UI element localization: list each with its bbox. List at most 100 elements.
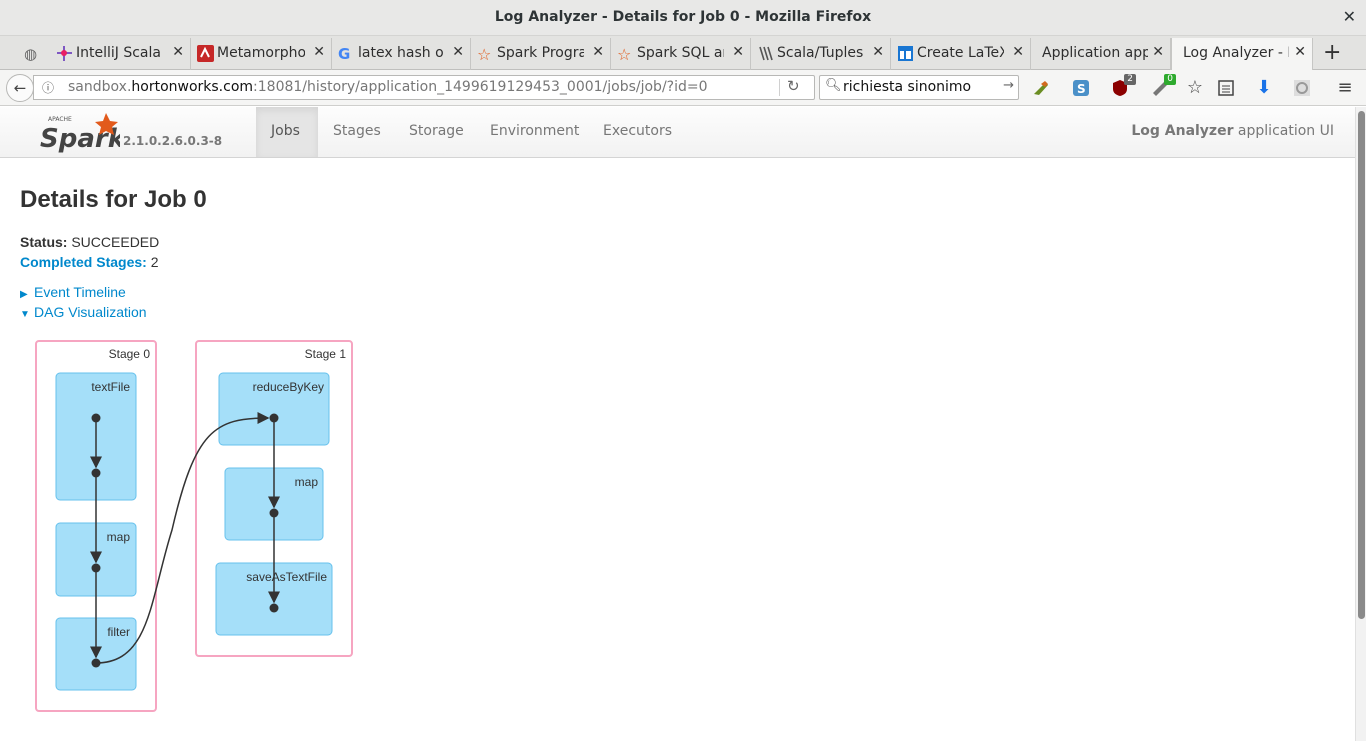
stage-1-label: Stage 1 — [305, 347, 347, 361]
op-label: saveAsTextFile — [246, 570, 327, 584]
tab-stages[interactable]: Stages — [318, 107, 396, 157]
tab-strip: ◍ IntelliJ Scala ✕ Metamorpho ✕ G latex … — [0, 36, 1366, 71]
tab-label: IntelliJ Scala — [76, 45, 161, 61]
tab-spark-programming[interactable]: ☆ Spark Prograi ✕ — [471, 38, 611, 70]
extension-badge: 0 — [1164, 74, 1176, 85]
caret-right-icon: ▶ — [20, 289, 28, 300]
tab-executors[interactable]: Executors — [588, 107, 687, 157]
extension-icon-2[interactable]: 0 — [1150, 74, 1176, 98]
tab-latex-hash[interactable]: G latex hash op ✕ — [332, 38, 471, 70]
url-bar[interactable]: ⓘ sandbox.hortonworks.com:18081/history/… — [33, 75, 815, 100]
event-timeline-toggle[interactable]: ▶ Event Timeline — [20, 284, 126, 300]
dag-node[interactable] — [91, 468, 101, 478]
completed-stages-link[interactable]: Completed Stages: — [20, 254, 147, 270]
back-button[interactable]: ← — [6, 74, 34, 102]
dag-node[interactable] — [269, 603, 279, 613]
app-title: Log Analyzer application UI — [1131, 123, 1334, 139]
app-suffix: application UI — [1233, 123, 1334, 139]
close-tab-icon[interactable]: ✕ — [452, 44, 464, 60]
dag-node[interactable] — [91, 658, 101, 668]
dag-node[interactable] — [269, 508, 279, 518]
url-domain: hortonworks.com — [131, 79, 254, 95]
page-scrollbar[interactable] — [1355, 107, 1366, 741]
dag-visualization-toggle[interactable]: ▼ DAG Visualization — [20, 304, 147, 320]
tab-label: Create LaTeX — [917, 45, 1004, 61]
tab-scala-tuples[interactable]: Scala/Tuples ✕ — [751, 38, 891, 70]
bookmark-star-icon[interactable]: ☆ — [1185, 78, 1205, 98]
search-input[interactable]: richiesta sinonimo — [843, 79, 971, 95]
dag-node[interactable] — [91, 563, 101, 573]
tab-metamorpho[interactable]: Metamorpho ✕ — [191, 38, 332, 70]
table-icon — [897, 45, 914, 62]
ublock-icon[interactable]: 2 — [1110, 74, 1136, 98]
svg-text:S: S — [1077, 82, 1086, 96]
caret-down-icon: ▼ — [20, 309, 30, 320]
dag-visualization-label: DAG Visualization — [34, 304, 147, 320]
status-line: Status: SUCCEEDED — [20, 234, 159, 250]
close-tab-icon[interactable]: ✕ — [592, 44, 604, 60]
close-tab-icon[interactable]: ✕ — [1294, 44, 1306, 60]
status-value: SUCCEEDED — [71, 234, 160, 250]
page-title: Details for Job 0 — [20, 186, 207, 213]
window-title: Log Analyzer - Details for Job 0 - Mozil… — [494, 9, 872, 25]
tab-application[interactable]: Application appli ✕ — [1031, 38, 1171, 70]
tab-storage[interactable]: Storage — [394, 107, 479, 157]
tab-label: Spark SQL ar — [637, 45, 724, 61]
spark-logo[interactable]: APACHE Spark — [40, 111, 127, 157]
tab-label: Spark Prograi — [497, 45, 584, 61]
url-text[interactable]: sandbox.hortonworks.com:18081/history/ap… — [68, 79, 708, 95]
google-icon: G — [338, 45, 351, 63]
tab-log-analyzer[interactable]: Log Analyzer - D ✕ — [1171, 38, 1313, 71]
spark-star-icon: ☆ — [477, 45, 492, 64]
close-tab-icon[interactable]: ✕ — [732, 44, 744, 60]
op-label: map — [107, 530, 131, 544]
menu-icon[interactable]: ≡ — [1335, 78, 1355, 98]
dag-node[interactable] — [91, 413, 101, 423]
intellij-icon — [56, 45, 73, 62]
close-tab-icon[interactable]: ✕ — [172, 44, 184, 60]
tab-label: Metamorpho — [217, 45, 305, 61]
url-separator — [779, 79, 780, 96]
close-tab-icon[interactable]: ✕ — [1152, 44, 1164, 60]
close-tab-icon[interactable]: ✕ — [313, 44, 325, 60]
tab-intellij-scala[interactable]: IntelliJ Scala ✕ — [50, 38, 191, 70]
metamorpho-icon — [197, 45, 214, 62]
tab-jobs[interactable]: Jobs — [256, 107, 318, 157]
navigation-toolbar: ← ⓘ sandbox.hortonworks.com:18081/histor… — [0, 70, 1366, 106]
tab-create-latex[interactable]: Create LaTeX ✕ — [891, 38, 1031, 70]
window-close-icon[interactable]: ✕ — [1343, 7, 1356, 26]
app-name: Log Analyzer — [1131, 123, 1234, 139]
tab-environment[interactable]: Environment — [475, 107, 594, 157]
reading-list-icon[interactable] — [1216, 78, 1236, 98]
reload-icon[interactable]: ↻ — [787, 77, 800, 95]
skype-icon[interactable]: S — [1071, 78, 1091, 98]
tab-pinned[interactable]: ◍ — [18, 38, 48, 70]
url-host: sandbox. — [68, 79, 132, 95]
op-label: map — [295, 475, 319, 489]
op-label: reduceByKey — [253, 380, 324, 394]
ublock-badge: 2 — [1124, 74, 1136, 85]
event-timeline-label: Event Timeline — [34, 284, 126, 300]
scala-doc-icon — [757, 45, 774, 62]
tab-label: latex hash op — [358, 45, 444, 61]
status-label: Status: — [20, 234, 68, 250]
close-tab-icon[interactable]: ✕ — [872, 44, 884, 60]
logo-apache: APACHE — [48, 116, 72, 123]
op-label: textFile — [91, 380, 130, 394]
dag-node[interactable] — [269, 413, 279, 423]
download-icon[interactable]: ⬇ — [1254, 78, 1274, 98]
extension-icon-1[interactable] — [1031, 78, 1051, 98]
new-tab-icon[interactable]: + — [1323, 40, 1341, 65]
scrollbar-thumb[interactable] — [1358, 111, 1365, 619]
search-go-icon[interactable]: → — [1003, 78, 1014, 93]
info-icon[interactable]: ⓘ — [42, 79, 58, 95]
extension-icon-3[interactable] — [1292, 78, 1312, 98]
close-tab-icon[interactable]: ✕ — [1012, 44, 1024, 60]
tab-label: Application appli — [1042, 45, 1148, 61]
stage-0-label: Stage 0 — [109, 347, 151, 361]
window-titlebar: Log Analyzer - Details for Job 0 - Mozil… — [0, 0, 1366, 36]
op-label: filter — [107, 625, 130, 639]
spark-navbar: APACHE Spark 2.1.0.2.6.0.3-8 Jobs Stages… — [0, 107, 1355, 158]
search-bar[interactable]: 🔍︎ richiesta sinonimo → — [819, 75, 1019, 100]
tab-spark-sql[interactable]: ☆ Spark SQL ar ✕ — [611, 38, 751, 70]
